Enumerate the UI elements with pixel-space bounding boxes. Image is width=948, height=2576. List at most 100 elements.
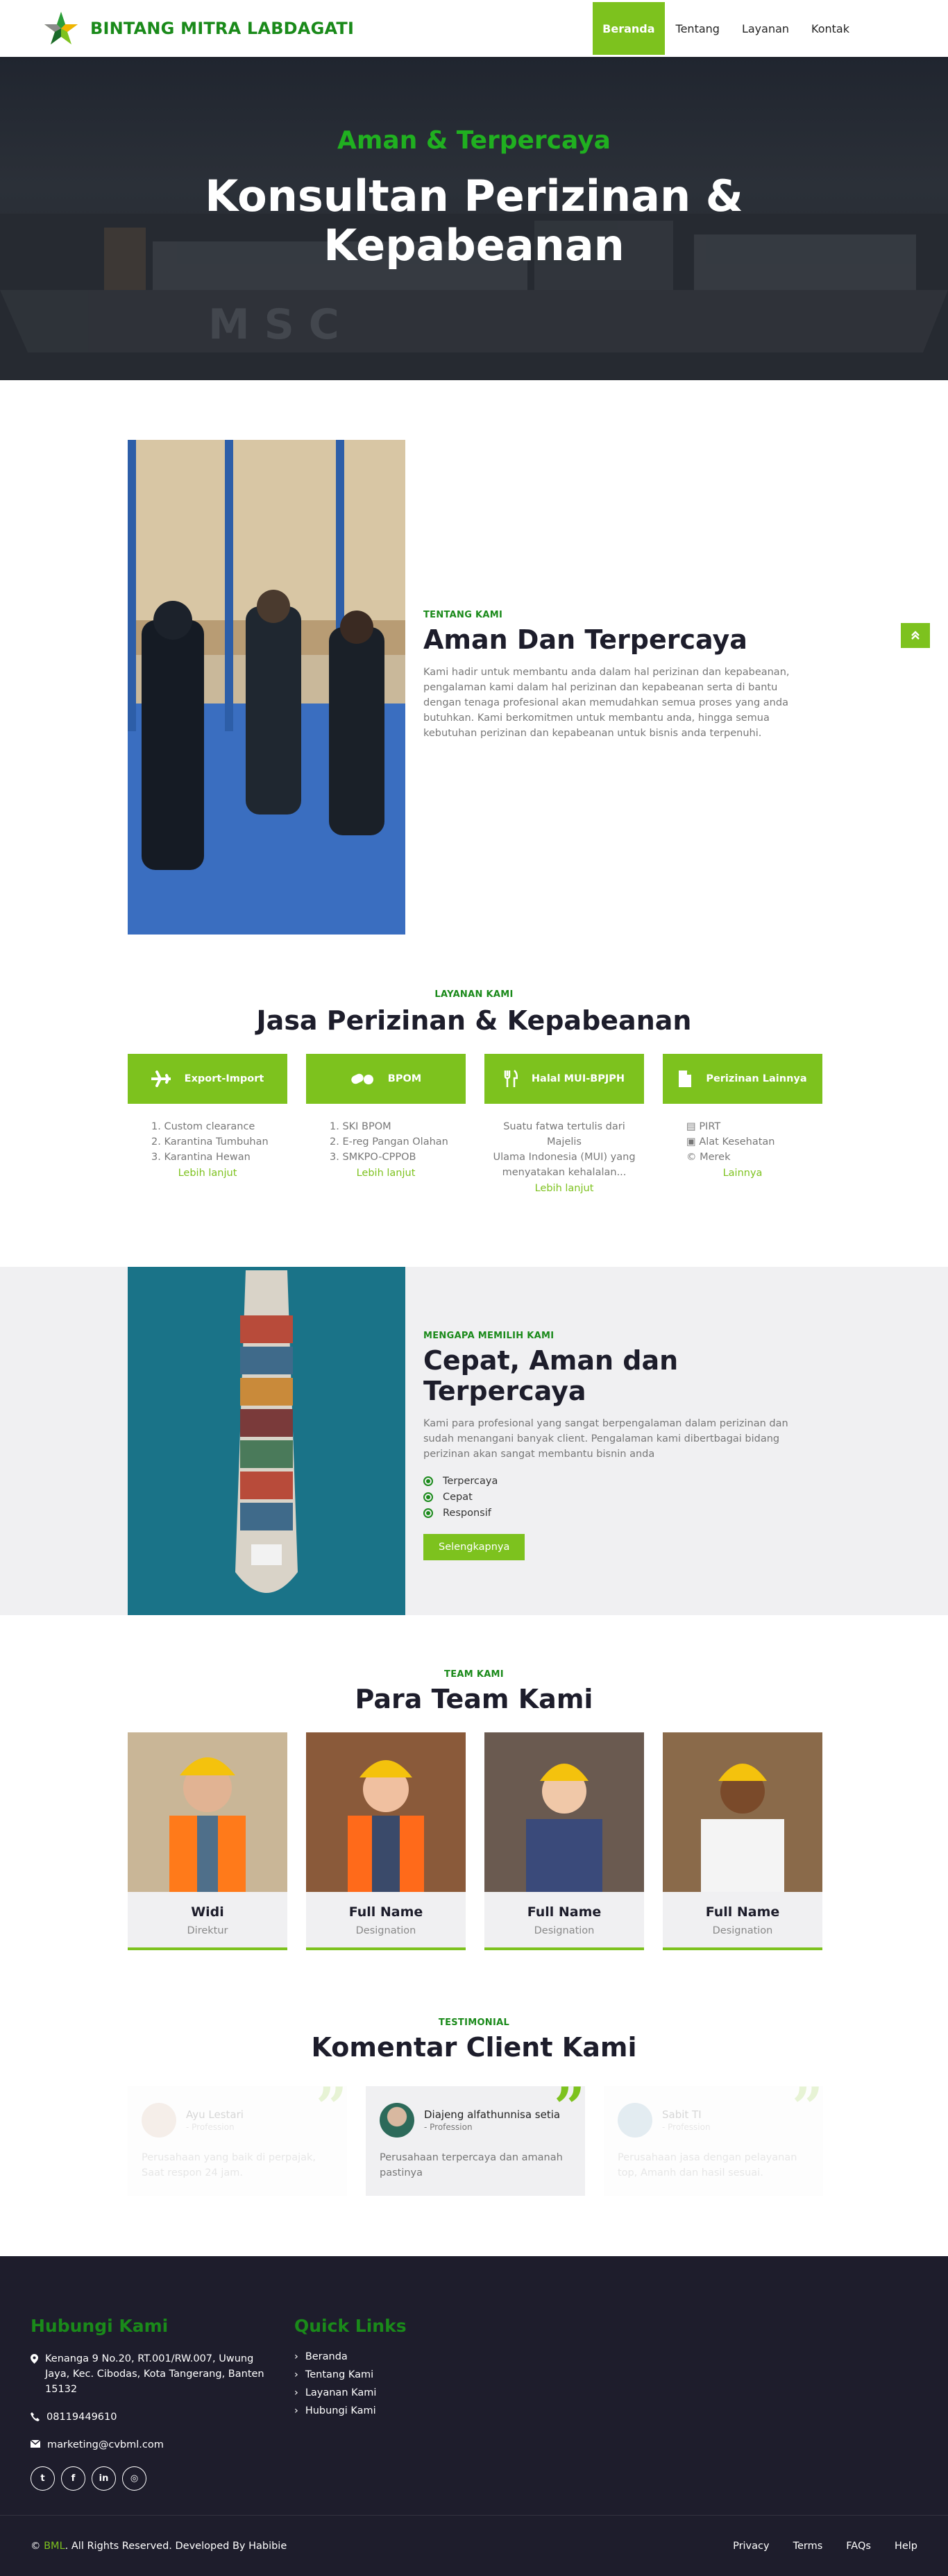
- member-role: Designation: [355, 1925, 416, 1936]
- footer-bottom-bar: © BML. All Rights Reserved. Developed By…: [0, 2515, 948, 2576]
- service-line-text: PIRT: [699, 1121, 721, 1132]
- copyright: © BML. All Rights Reserved. Developed By…: [31, 2541, 287, 2552]
- services-section: LAYANAN KAMI Jasa Perizinan & Kepabeanan…: [0, 989, 948, 1194]
- member-name: Full Name: [348, 1904, 423, 1920]
- service-line: ▣ Alat Kesehatan: [686, 1134, 822, 1150]
- service-link[interactable]: Lainnya: [663, 1168, 822, 1179]
- nav-tentang[interactable]: Tentang: [665, 0, 731, 57]
- service-line: Suatu fatwa tertulis dari Majelis: [503, 1121, 625, 1148]
- check-label: Responsif: [443, 1508, 491, 1519]
- map-marker-icon: [31, 2354, 38, 2364]
- member-name: Widi: [191, 1904, 224, 1920]
- check-item: Responsif: [423, 1508, 812, 1519]
- copyright-icon: ©: [686, 1152, 700, 1163]
- about-section: TENTANG KAMI Aman Dan Terpercaya Kami ha…: [0, 380, 948, 1370]
- service-line: 3. Karantina Hewan: [151, 1152, 251, 1163]
- back-to-top-button[interactable]: [901, 623, 930, 648]
- service-card: BPOM 1. SKI BPOM 2. E-reg Pangan Olahan …: [306, 1054, 466, 1194]
- services-kicker: LAYANAN KAMI: [434, 989, 514, 1000]
- team-member-card: Widi Direktur: [128, 1732, 287, 1950]
- service-link[interactable]: Lebih lanjut: [484, 1183, 644, 1194]
- copyright-brand-link[interactable]: BML: [44, 2541, 65, 2552]
- member-photo: [128, 1732, 287, 1892]
- medkit-icon: ▣: [686, 1136, 700, 1148]
- quick-link-label: Beranda: [305, 2351, 348, 2362]
- team-title: Para Team Kami: [355, 1684, 593, 1714]
- nav-kontak[interactable]: Kontak: [800, 0, 861, 57]
- footer-quick-links: Quick Links › Beranda › Tentang Kami › Laya…: [294, 2316, 502, 2416]
- service-title: BPOM: [387, 1073, 422, 1084]
- chevron-right-icon: ›: [294, 2351, 298, 2362]
- service-title: Halal MUI-BPJPH: [531, 1073, 625, 1084]
- instagram-icon[interactable]: ◎: [122, 2466, 146, 2491]
- twitter-icon[interactable]: t: [31, 2466, 55, 2491]
- service-line: 1. SKI BPOM: [330, 1121, 391, 1132]
- check-circle-icon: [423, 1492, 433, 1502]
- nav-beranda[interactable]: Beranda: [593, 2, 665, 55]
- service-header: Halal MUI-BPJPH: [484, 1054, 644, 1104]
- warehouse-photo: [128, 440, 405, 935]
- utensils-icon: [504, 1070, 518, 1087]
- service-card: Export-Import 1. Custom clearance 2. Kar…: [128, 1054, 287, 1194]
- footer-email[interactable]: marketing@cvbml.com: [31, 2437, 280, 2453]
- quote-icon: ”: [554, 2076, 585, 2139]
- help-link[interactable]: Help: [895, 2541, 917, 2552]
- team-member-card: Full Name Designation: [484, 1732, 644, 1950]
- hero-title: Konsultan Perizinan & Kepabeanan: [0, 171, 948, 271]
- svg-text:M S C: M S C: [208, 300, 339, 349]
- read-more-button[interactable]: Selengkapnya: [423, 1534, 525, 1560]
- avatar: [142, 2103, 176, 2138]
- testimonial-section: TESTIMONIAL Komentar Client Kami ” Ayu L…: [0, 2018, 948, 2196]
- footer-address: Kenanga 9 No.20, RT.001/RW.007, Uwung Ja…: [31, 2351, 280, 2397]
- team-member-card: Full Name Designation: [306, 1732, 466, 1950]
- about-kicker: TENTANG KAMI: [423, 610, 503, 620]
- quick-link[interactable]: › Layanan Kami: [294, 2387, 502, 2398]
- testimonial-carousel[interactable]: ” Ayu Lestari - Profession Perusahaan yan…: [128, 2081, 948, 2196]
- testimonial-text: Perusahaan terpercaya dan amanah pastiny…: [380, 2152, 563, 2178]
- footer-links-title: Quick Links: [294, 2316, 407, 2336]
- service-line: 3. SMKPO-CPPOB: [330, 1152, 416, 1163]
- check-item: Cepat: [423, 1492, 812, 1503]
- service-link[interactable]: Lebih lanjut: [306, 1168, 466, 1179]
- quick-link-label: Tentang Kami: [305, 2369, 374, 2380]
- service-line: © Merek: [686, 1150, 822, 1165]
- terms-link[interactable]: Terms: [793, 2541, 823, 2552]
- about-title: Aman Dan Terpercaya: [423, 624, 747, 655]
- quick-link[interactable]: › Beranda: [294, 2351, 502, 2362]
- hero-title-line1: Konsultan Perizinan &: [205, 171, 743, 221]
- footer-phone[interactable]: 08119449610: [31, 2409, 280, 2425]
- chevron-right-icon: ›: [294, 2405, 298, 2416]
- member-photo: [484, 1732, 644, 1892]
- service-line: 1. Custom clearance: [151, 1121, 255, 1132]
- client-profession: - Profession: [424, 2122, 473, 2132]
- quick-link[interactable]: › Hubungi Kami: [294, 2405, 502, 2416]
- avatar: [380, 2103, 414, 2138]
- quick-link[interactable]: › Tentang Kami: [294, 2369, 502, 2380]
- service-line: 2. E-reg Pangan Olahan: [330, 1136, 448, 1148]
- main-nav: Beranda Tentang Layanan Kontak: [593, 0, 861, 57]
- linkedin-icon[interactable]: in: [92, 2466, 116, 2491]
- brand[interactable]: BINTANG MITRA LABDAGATI: [42, 9, 354, 48]
- facebook-icon[interactable]: f: [61, 2466, 85, 2491]
- service-link[interactable]: Lebih lanjut: [128, 1168, 287, 1179]
- team-kicker: TEAM KAMI: [444, 1669, 504, 1680]
- testimonial-card: ” Ayu Lestari - Profession Perusahaan yan…: [128, 2081, 347, 2196]
- testimonial-card: ” Sabit TI - Profession Perusahaan jasa d…: [604, 2081, 823, 2196]
- service-title: Perizinan Lainnya: [706, 1073, 807, 1084]
- service-line: menyatakan kehalalan...: [502, 1167, 627, 1178]
- check-circle-icon: [423, 1476, 433, 1486]
- service-header: BPOM: [306, 1054, 466, 1104]
- nav-layanan[interactable]: Layanan: [731, 0, 800, 57]
- privacy-link[interactable]: Privacy: [733, 2541, 770, 2552]
- faqs-link[interactable]: FAQs: [846, 2541, 871, 2552]
- member-name: Full Name: [527, 1904, 602, 1920]
- testimonial-card: ” Diajeng alfathunnisa setia - Profession…: [366, 2081, 585, 2196]
- service-line-text: Merek: [700, 1152, 731, 1163]
- testimonial-text: Perusahaan yang baik di perpajak, Saat r…: [142, 2152, 316, 2178]
- why-title: Cepat, Aman dan Terpercaya: [423, 1345, 679, 1406]
- store-icon: ▤: [686, 1121, 700, 1132]
- member-photo: [306, 1732, 466, 1892]
- member-role: Designation: [712, 1925, 773, 1936]
- chevron-right-icon: ›: [294, 2387, 298, 2398]
- why-section: MENGAPA MEMILIH KAMI Cepat, Aman dan Ter…: [0, 1267, 948, 1615]
